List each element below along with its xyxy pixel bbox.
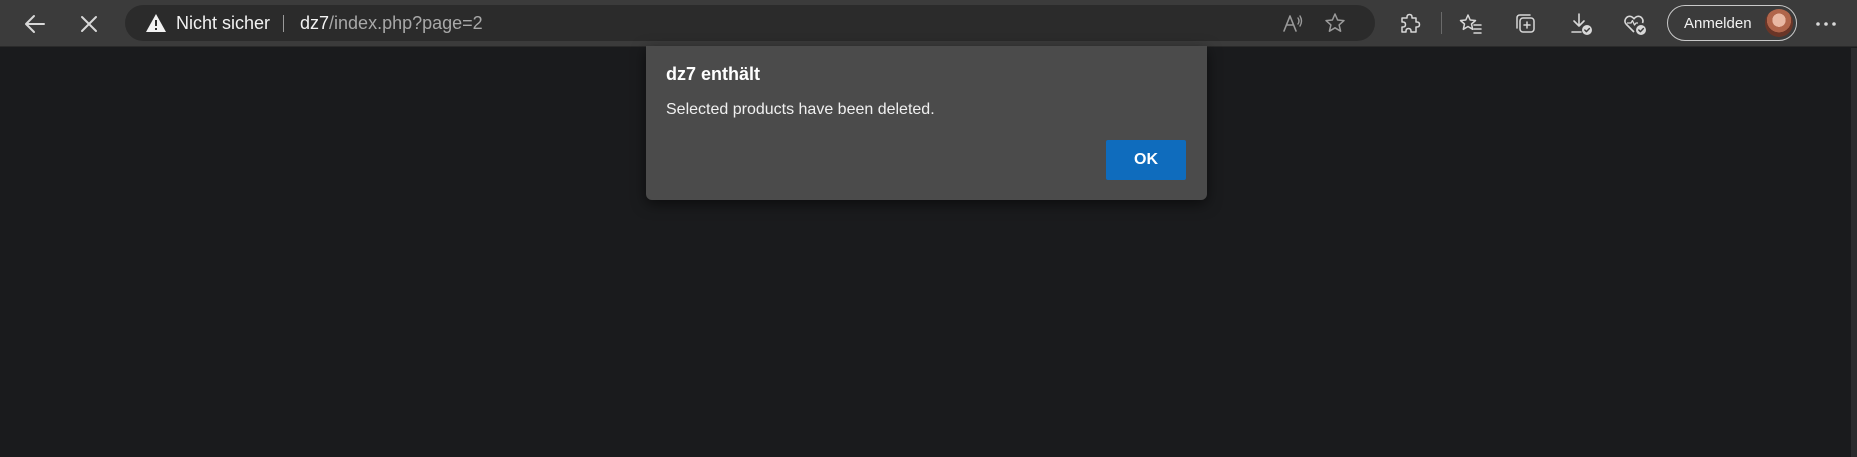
page-scrollbar[interactable] bbox=[1851, 48, 1857, 457]
dialog-title: dz7 enthält bbox=[666, 64, 761, 84]
read-aloud-button[interactable] bbox=[1280, 11, 1306, 35]
collections-button[interactable] bbox=[1508, 6, 1544, 42]
downloads-icon bbox=[1571, 13, 1592, 35]
toolbar-divider bbox=[1441, 12, 1442, 34]
close-icon bbox=[81, 16, 97, 32]
arrow-left-icon bbox=[25, 15, 45, 33]
favorite-star-icon bbox=[1325, 13, 1345, 32]
url-path: /index.php?page=2 bbox=[329, 12, 483, 33]
avatar bbox=[1765, 9, 1793, 37]
collections-icon bbox=[1516, 14, 1535, 33]
sign-in-label: Anmelden bbox=[1684, 14, 1752, 32]
browser-toolbar: Nicht sicher dz7/index.php?page=2 Anmeld… bbox=[0, 0, 1857, 47]
extensions-button[interactable] bbox=[1392, 6, 1428, 42]
warning-triangle-icon bbox=[146, 14, 166, 32]
address-bar[interactable]: Nicht sicher dz7/index.php?page=2 bbox=[125, 5, 1375, 41]
dialog-message: Selected products have been deleted. bbox=[666, 101, 935, 118]
extensions-icon bbox=[1401, 13, 1421, 33]
stop-loading-button[interactable] bbox=[71, 6, 107, 42]
ok-button[interactable]: OK bbox=[1106, 140, 1186, 180]
browser-essentials-button[interactable] bbox=[1617, 6, 1653, 42]
url-host: dz7 bbox=[300, 12, 330, 33]
settings-more-button[interactable] bbox=[1808, 6, 1844, 42]
favorites-icon bbox=[1459, 14, 1482, 34]
security-label: Nicht sicher bbox=[176, 12, 271, 33]
address-separator bbox=[283, 15, 284, 32]
favorites-button[interactable] bbox=[1453, 6, 1489, 42]
sign-in-button[interactable]: Anmelden bbox=[1667, 5, 1797, 41]
downloads-button[interactable] bbox=[1563, 6, 1599, 42]
alert-dialog: dz7 enthält Selected products have been … bbox=[646, 46, 1207, 200]
add-favorite-button[interactable] bbox=[1322, 11, 1348, 35]
url-text[interactable]: dz7/index.php?page=2 bbox=[300, 5, 483, 41]
read-aloud-icon bbox=[1283, 15, 1303, 32]
back-button[interactable] bbox=[17, 6, 53, 42]
more-horizontal-icon bbox=[1816, 22, 1836, 26]
browser-essentials-icon bbox=[1624, 15, 1646, 35]
site-security-indicator[interactable]: Nicht sicher bbox=[145, 5, 270, 41]
